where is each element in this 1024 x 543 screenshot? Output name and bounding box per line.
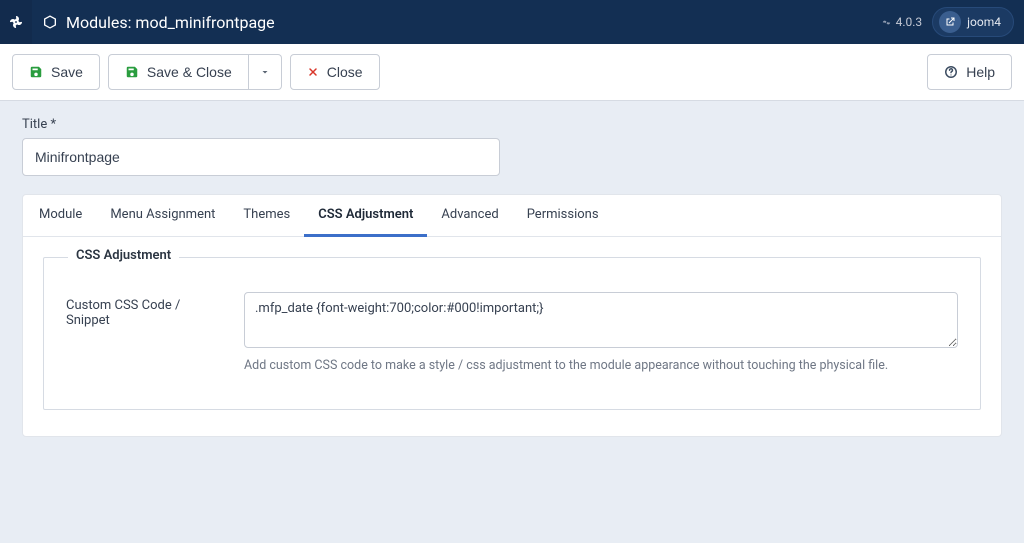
close-icon — [307, 66, 319, 78]
save-close-group: Save & Close — [108, 54, 282, 90]
tab-body: CSS Adjustment Custom CSS Code / Snippet… — [23, 237, 1001, 436]
save-dropdown-toggle[interactable] — [249, 54, 282, 90]
tab-advanced[interactable]: Advanced — [427, 195, 512, 237]
toolbar: Save Save & Close Close Help — [0, 44, 1024, 101]
page-title: Modules: mod_minifrontpage — [66, 13, 275, 32]
close-label: Close — [327, 64, 363, 80]
tab-menu-assignment[interactable]: Menu Assignment — [96, 195, 229, 237]
content-area: Title * Module Menu Assignment Themes CS… — [0, 101, 1024, 453]
tab-module[interactable]: Module — [25, 195, 96, 237]
save-close-label: Save & Close — [147, 64, 232, 80]
joomla-small-icon — [881, 17, 892, 28]
save-close-button[interactable]: Save & Close — [108, 54, 249, 90]
close-button[interactable]: Close — [290, 54, 380, 90]
css-code-label: Custom CSS Code / Snippet — [66, 292, 226, 328]
tab-panel: Module Menu Assignment Themes CSS Adjust… — [22, 194, 1002, 437]
version-badge: 4.0.3 — [881, 15, 923, 29]
fieldset-legend: CSS Adjustment — [68, 248, 179, 263]
external-link-icon — [939, 11, 961, 33]
user-name: joom4 — [967, 15, 1001, 29]
help-label: Help — [966, 64, 995, 80]
save-label: Save — [51, 64, 83, 80]
cube-icon — [42, 14, 58, 30]
joomla-logo[interactable] — [0, 0, 32, 44]
tab-css-adjustment[interactable]: CSS Adjustment — [304, 195, 427, 237]
css-help-text: Add custom CSS code to make a style / cs… — [244, 358, 958, 373]
header-bar: Modules: mod_minifrontpage 4.0.3 joom4 — [0, 0, 1024, 44]
version-text: 4.0.3 — [896, 15, 923, 29]
tab-themes[interactable]: Themes — [229, 195, 304, 237]
css-code-textarea[interactable] — [244, 292, 958, 348]
title-input[interactable] — [22, 138, 500, 176]
title-label: Title * — [22, 117, 1002, 132]
save-icon — [29, 65, 43, 79]
tab-permissions[interactable]: Permissions — [513, 195, 613, 237]
help-button[interactable]: Help — [927, 54, 1012, 90]
joomla-icon — [7, 13, 25, 31]
css-adjustment-fieldset: CSS Adjustment Custom CSS Code / Snippet… — [43, 257, 981, 410]
chevron-down-icon — [259, 66, 271, 78]
help-icon — [944, 65, 958, 79]
user-menu[interactable]: joom4 — [932, 7, 1014, 37]
save-button[interactable]: Save — [12, 54, 100, 90]
tab-nav: Module Menu Assignment Themes CSS Adjust… — [23, 195, 1001, 237]
save-icon — [125, 65, 139, 79]
